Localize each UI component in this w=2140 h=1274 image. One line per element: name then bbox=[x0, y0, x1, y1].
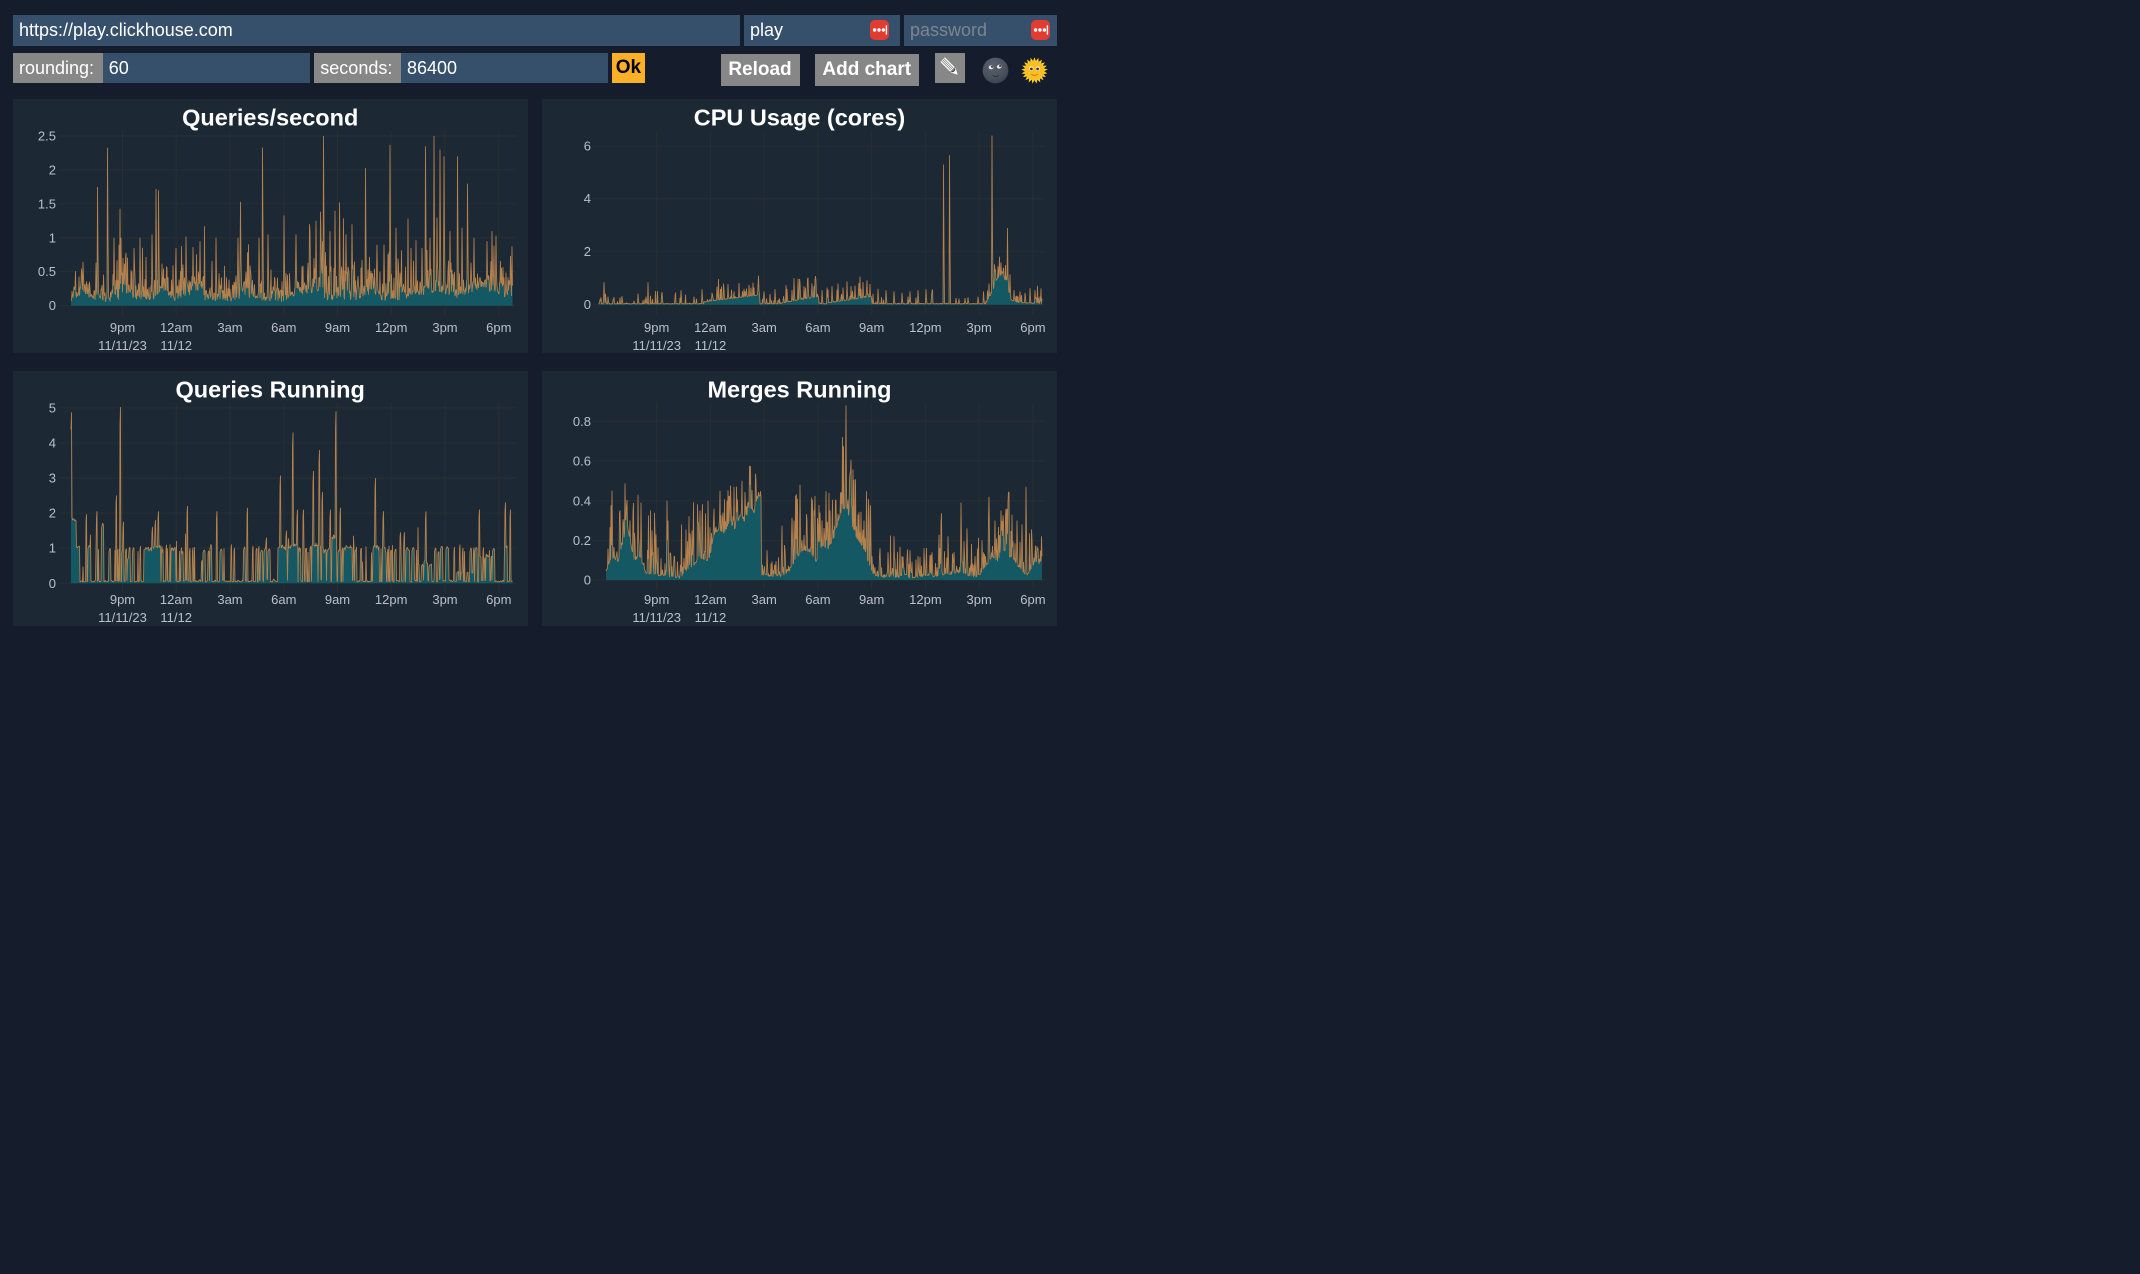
svg-text:12pm: 12pm bbox=[909, 592, 942, 607]
svg-text:9am: 9am bbox=[325, 320, 350, 335]
svg-text:6pm: 6pm bbox=[486, 320, 511, 335]
svg-text:0.8: 0.8 bbox=[572, 414, 590, 429]
svg-text:3: 3 bbox=[49, 471, 56, 486]
svg-text:Queries Running: Queries Running bbox=[176, 377, 365, 403]
svg-text:9am: 9am bbox=[325, 592, 350, 607]
svg-text:0.5: 0.5 bbox=[38, 264, 56, 279]
svg-text:6pm: 6pm bbox=[486, 592, 511, 607]
svg-text:11/11/23: 11/11/23 bbox=[632, 610, 681, 625]
svg-text:2.5: 2.5 bbox=[38, 128, 56, 143]
svg-text:12am: 12am bbox=[160, 320, 192, 335]
svg-text:11/12: 11/12 bbox=[160, 610, 192, 625]
svg-text:3am: 3am bbox=[751, 320, 776, 335]
svg-text:0: 0 bbox=[49, 576, 56, 591]
svg-text:1.5: 1.5 bbox=[38, 196, 56, 211]
svg-text:9pm: 9pm bbox=[110, 592, 135, 607]
svg-text:2: 2 bbox=[583, 244, 590, 259]
svg-text:3pm: 3pm bbox=[432, 320, 457, 335]
svg-text:11/12: 11/12 bbox=[694, 610, 726, 625]
svg-text:0: 0 bbox=[49, 298, 56, 313]
svg-text:6pm: 6pm bbox=[1020, 320, 1045, 335]
svg-text:2: 2 bbox=[49, 506, 56, 521]
svg-text:6am: 6am bbox=[805, 592, 830, 607]
svg-text:3am: 3am bbox=[217, 320, 242, 335]
svg-text:6am: 6am bbox=[805, 320, 830, 335]
svg-text:3pm: 3pm bbox=[432, 592, 457, 607]
svg-text:6: 6 bbox=[583, 138, 590, 153]
svg-text:6am: 6am bbox=[271, 320, 296, 335]
svg-text:1: 1 bbox=[49, 230, 56, 245]
svg-text:4: 4 bbox=[49, 436, 56, 451]
svg-text:0.2: 0.2 bbox=[572, 533, 590, 548]
svg-text:11/11/23: 11/11/23 bbox=[98, 610, 147, 625]
svg-text:9am: 9am bbox=[859, 320, 884, 335]
svg-text:6am: 6am bbox=[271, 592, 296, 607]
svg-text:6pm: 6pm bbox=[1020, 592, 1045, 607]
svg-text:9am: 9am bbox=[859, 592, 884, 607]
svg-text:9pm: 9pm bbox=[644, 592, 669, 607]
svg-text:3pm: 3pm bbox=[966, 592, 991, 607]
svg-text:Merges Running: Merges Running bbox=[707, 377, 891, 403]
svg-text:0.4: 0.4 bbox=[572, 493, 590, 508]
svg-text:3pm: 3pm bbox=[966, 320, 991, 335]
svg-text:3am: 3am bbox=[217, 592, 242, 607]
svg-text:5: 5 bbox=[49, 401, 56, 416]
svg-text:12pm: 12pm bbox=[375, 320, 407, 335]
svg-text:9pm: 9pm bbox=[110, 320, 135, 335]
svg-text:12pm: 12pm bbox=[909, 320, 941, 335]
svg-text:11/11/23: 11/11/23 bbox=[632, 338, 681, 353]
svg-text:CPU Usage (cores): CPU Usage (cores) bbox=[693, 104, 904, 130]
svg-text:0: 0 bbox=[583, 297, 590, 312]
svg-text:11/12: 11/12 bbox=[160, 338, 192, 353]
svg-text:0: 0 bbox=[583, 573, 590, 588]
svg-text:1: 1 bbox=[49, 541, 56, 556]
svg-text:9pm: 9pm bbox=[644, 320, 669, 335]
svg-text:11/12: 11/12 bbox=[694, 338, 726, 353]
svg-text:0.6: 0.6 bbox=[572, 454, 590, 469]
svg-text:12pm: 12pm bbox=[375, 592, 408, 607]
svg-text:11/11/23: 11/11/23 bbox=[98, 338, 147, 353]
svg-text:12am: 12am bbox=[694, 320, 726, 335]
svg-text:12am: 12am bbox=[160, 592, 193, 607]
svg-text:4: 4 bbox=[583, 191, 590, 206]
svg-text:2: 2 bbox=[49, 162, 56, 177]
svg-text:3am: 3am bbox=[751, 592, 776, 607]
svg-text:12am: 12am bbox=[694, 592, 727, 607]
svg-text:Queries/second: Queries/second bbox=[182, 104, 358, 130]
